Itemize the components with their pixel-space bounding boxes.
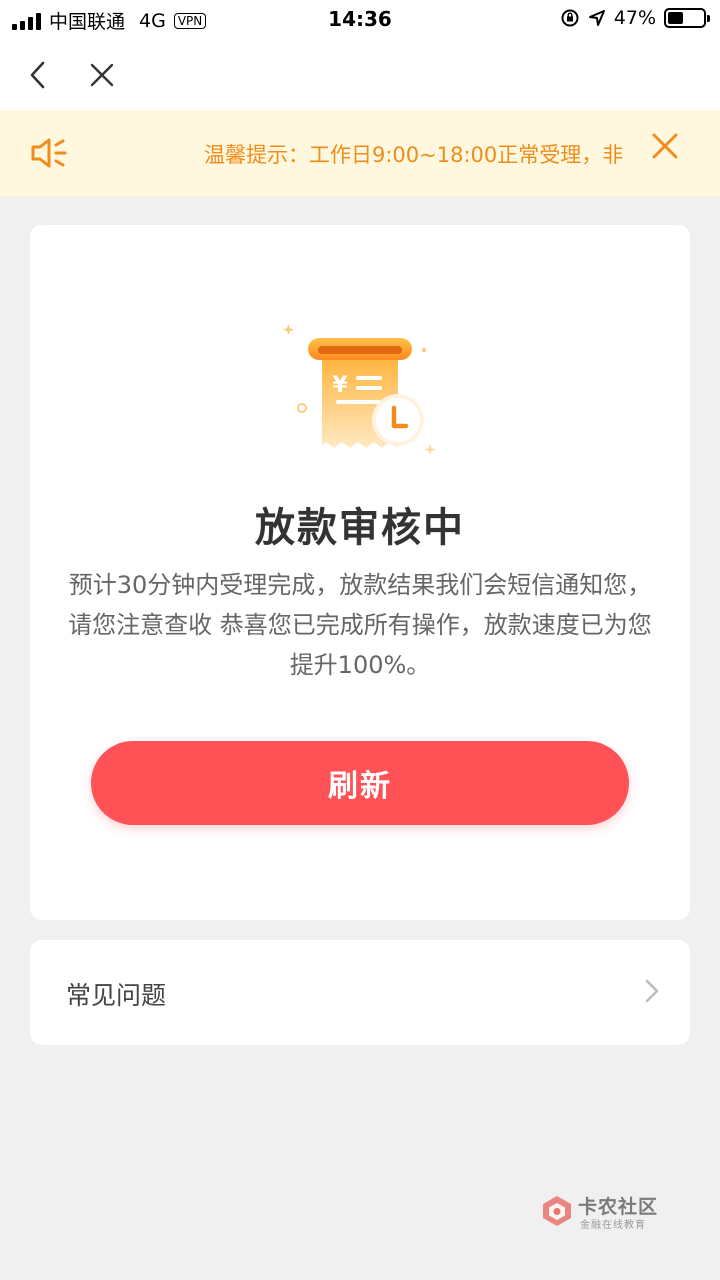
watermark-title: 卡农社区 <box>578 1196 659 1218</box>
watermark: 卡农社区 金融在线教育 <box>540 1192 680 1232</box>
chevron-left-icon <box>30 61 45 89</box>
notice-close-button[interactable] <box>652 133 678 163</box>
page-title: 放款审核中 <box>255 505 465 551</box>
watermark-subtitle: 金融在线教育 <box>580 1220 646 1231</box>
close-page-button[interactable] <box>82 55 122 95</box>
close-icon <box>90 63 114 87</box>
refresh-button[interactable]: 刷新 <box>91 741 629 825</box>
faq-label: 常见问题 <box>66 981 167 1010</box>
notice-bar: 温馨提示：工作日9:00~18:00正常受理，非 <box>0 110 720 196</box>
battery-percent: 47% <box>613 7 656 29</box>
chevron-right-icon <box>645 979 659 1003</box>
battery-icon <box>664 8 710 28</box>
close-icon <box>652 133 678 159</box>
svg-text:¥: ¥ <box>332 373 348 398</box>
receipt-clock-icon: ¥ <box>282 324 436 455</box>
back-button[interactable] <box>18 55 58 95</box>
notice-marquee: 温馨提示：工作日9:00~18:00正常受理，非 <box>200 110 624 196</box>
location-icon <box>588 10 605 26</box>
speaker-icon <box>31 138 67 168</box>
status-card: ¥ 放款审核中 预计30分钟内受理完成，放款结果我们会短信通知您，请您注意查收 … <box>30 225 690 920</box>
nav-bar <box>0 40 720 110</box>
status-bar: 中国联通 4G VPN 14:36 47% <box>0 0 720 40</box>
status-description: 预计30分钟内受理完成，放款结果我们会短信通知您，请您注意查收 恭喜您已完成所有… <box>68 571 652 679</box>
notice-text: 温馨提示：工作日9:00~18:00正常受理，非 <box>204 143 624 167</box>
faq-row[interactable]: 常见问题 <box>30 940 690 1045</box>
rotation-lock-icon <box>561 9 579 27</box>
watermark-logo-icon <box>543 1196 571 1226</box>
